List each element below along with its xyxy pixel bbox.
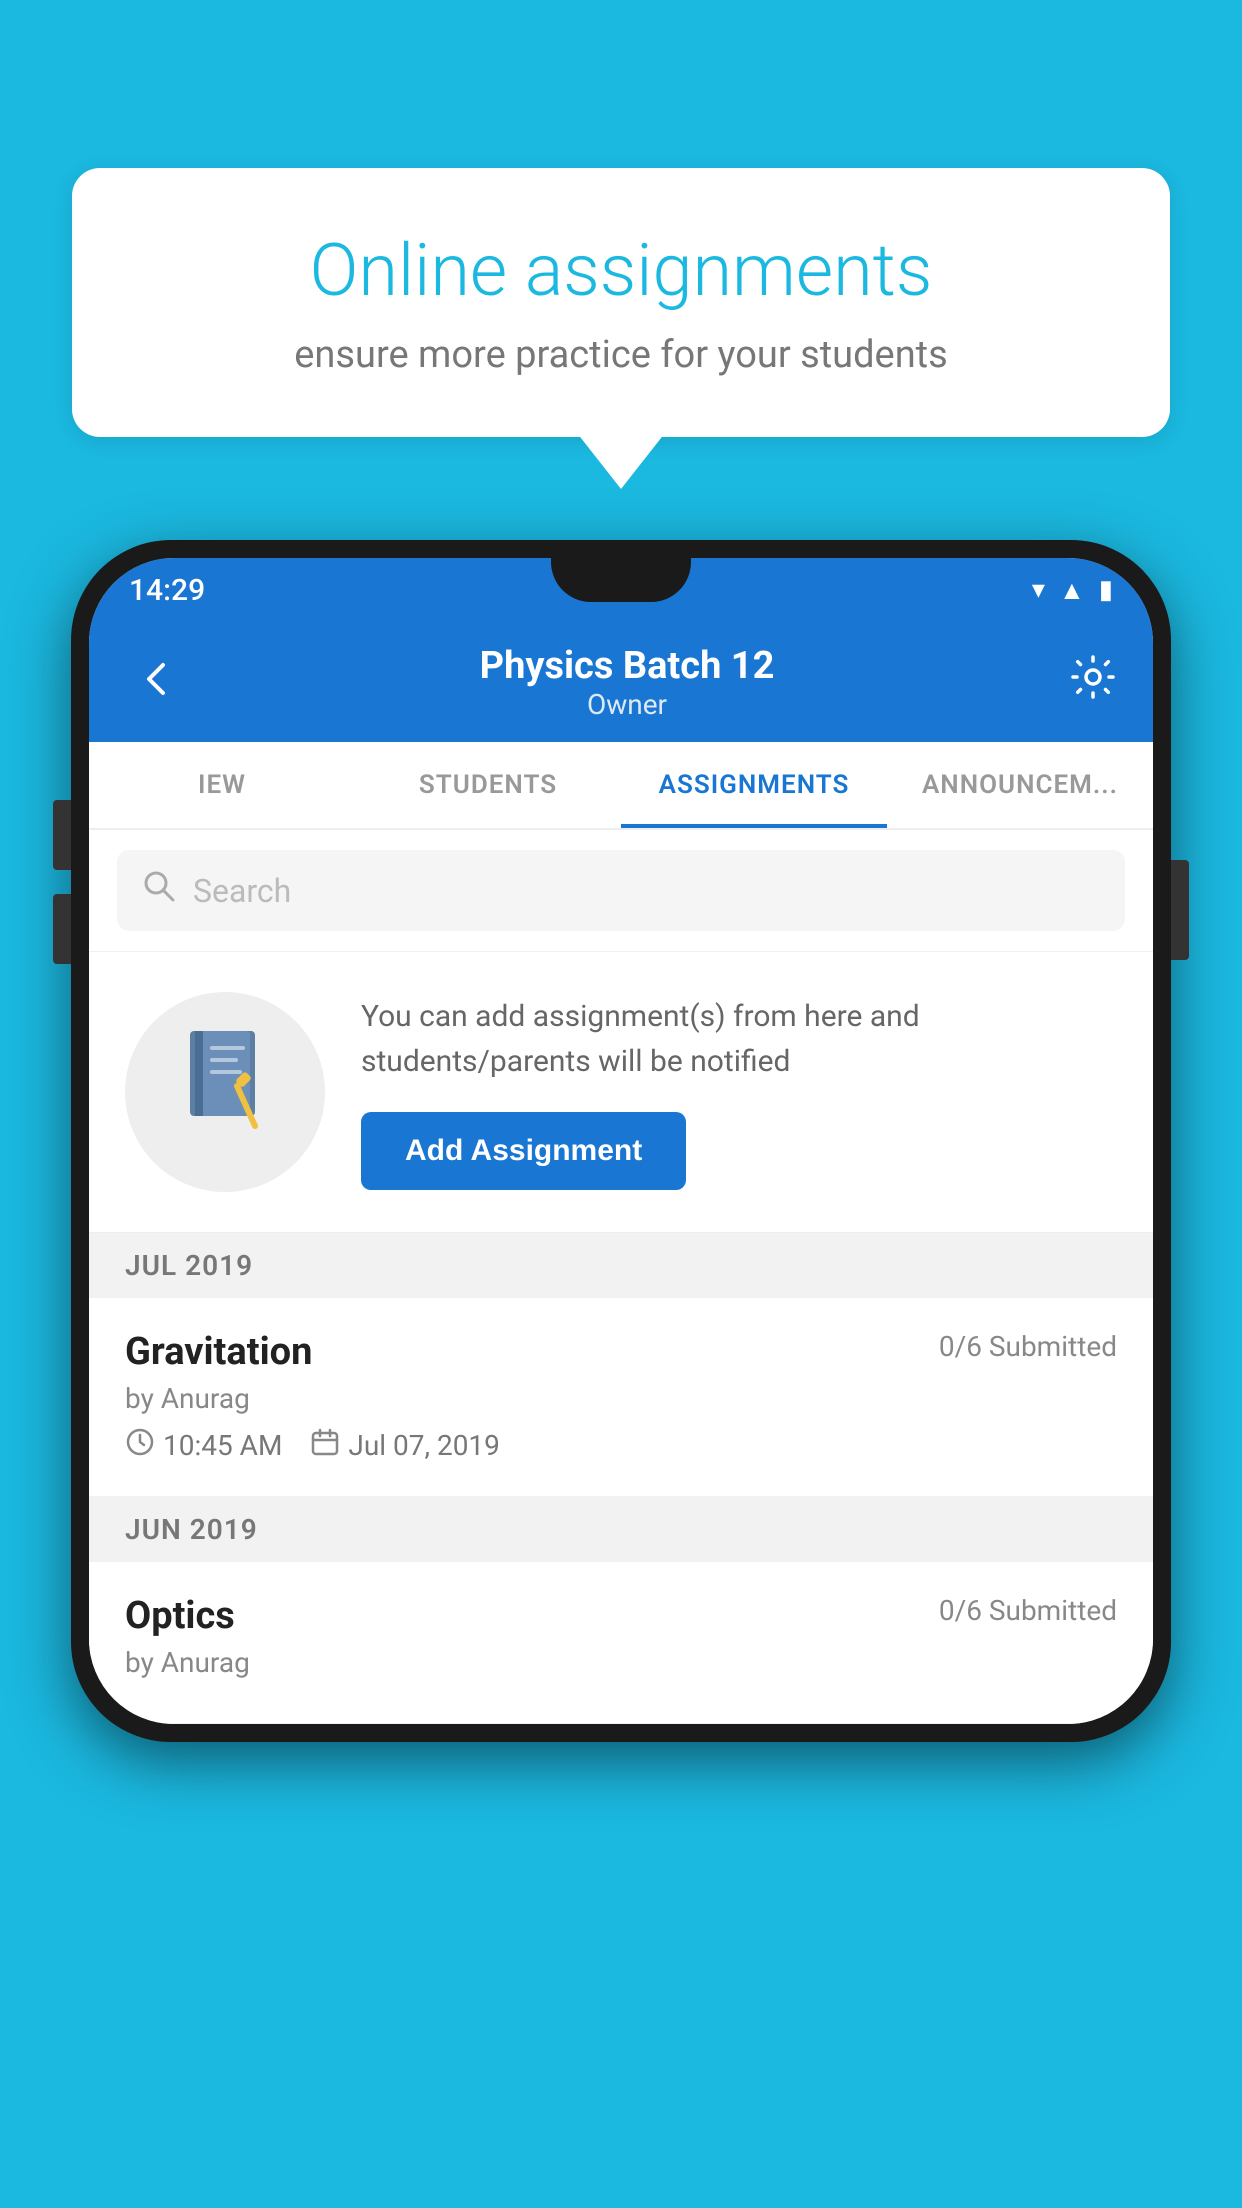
optics-name: Optics bbox=[125, 1594, 235, 1638]
notebook-icon bbox=[175, 1026, 275, 1158]
promo-text: You can add assignment(s) from here and … bbox=[361, 994, 1117, 1084]
optics-submitted: 0/6 Submitted bbox=[939, 1594, 1117, 1627]
assignment-time: 10:45 AM bbox=[163, 1429, 282, 1462]
signal-icon: ▲ bbox=[1059, 575, 1085, 606]
assignment-submitted: 0/6 Submitted bbox=[939, 1330, 1117, 1363]
bubble-title: Online assignments bbox=[144, 228, 1098, 313]
tab-announcements[interactable]: ANNOUNCEM... bbox=[887, 742, 1153, 828]
promo-icon-circle bbox=[125, 992, 325, 1192]
tab-overview[interactable]: IEW bbox=[89, 742, 355, 828]
status-time: 14:29 bbox=[129, 573, 205, 608]
notch bbox=[551, 558, 691, 602]
assignment-name: Gravitation bbox=[125, 1330, 312, 1374]
status-bar: 14:29 ▾ ▲ ▮ bbox=[89, 558, 1153, 622]
speech-bubble-container: Online assignments ensure more practice … bbox=[72, 168, 1170, 437]
tab-assignments[interactable]: ASSIGNMENTS bbox=[621, 742, 887, 828]
volume-buttons bbox=[53, 800, 71, 964]
tab-students[interactable]: STUDENTS bbox=[355, 742, 621, 828]
wifi-icon: ▾ bbox=[1032, 575, 1045, 605]
optics-by: by Anurag bbox=[125, 1646, 1117, 1679]
search-placeholder: Search bbox=[193, 872, 291, 910]
volume-up-button bbox=[53, 800, 71, 870]
assignment-meta: 10:45 AM Jul 07, 2019 bbox=[125, 1427, 1117, 1464]
power-button bbox=[1171, 860, 1189, 960]
app-bar-title: Physics Batch 12 bbox=[185, 644, 1069, 688]
search-container: Search bbox=[89, 830, 1153, 952]
meta-date: Jul 07, 2019 bbox=[310, 1427, 500, 1464]
volume-down-button bbox=[53, 894, 71, 964]
promo-content: You can add assignment(s) from here and … bbox=[361, 994, 1117, 1190]
back-button[interactable] bbox=[125, 644, 185, 721]
assignment-by: by Anurag bbox=[125, 1382, 1117, 1415]
phone-screen: 14:29 ▾ ▲ ▮ Physics Batch 12 Owner bbox=[89, 558, 1153, 1724]
add-assignment-button[interactable]: Add Assignment bbox=[361, 1112, 686, 1190]
month-header-jun-2019: JUN 2019 bbox=[89, 1497, 1153, 1562]
app-bar: Physics Batch 12 Owner bbox=[89, 622, 1153, 742]
assignment-row1: Gravitation 0/6 Submitted bbox=[125, 1330, 1117, 1374]
meta-time: 10:45 AM bbox=[125, 1427, 282, 1464]
calendar-icon bbox=[310, 1427, 340, 1464]
phone-outer: 14:29 ▾ ▲ ▮ Physics Batch 12 Owner bbox=[71, 540, 1171, 1742]
speech-bubble: Online assignments ensure more practice … bbox=[72, 168, 1170, 437]
app-bar-subtitle: Owner bbox=[185, 688, 1069, 721]
app-bar-title-group: Physics Batch 12 Owner bbox=[185, 644, 1069, 721]
clock-icon bbox=[125, 1427, 155, 1464]
settings-button[interactable] bbox=[1069, 653, 1117, 712]
tab-bar: IEW STUDENTS ASSIGNMENTS ANNOUNCEM... bbox=[89, 742, 1153, 830]
phone-device: 14:29 ▾ ▲ ▮ Physics Batch 12 Owner bbox=[71, 540, 1171, 1742]
status-icons: ▾ ▲ ▮ bbox=[1032, 575, 1113, 606]
assignment-item-gravitation[interactable]: Gravitation 0/6 Submitted by Anurag 10:4… bbox=[89, 1298, 1153, 1497]
assignment-item-optics[interactable]: Optics 0/6 Submitted by Anurag bbox=[89, 1562, 1153, 1724]
battery-icon: ▮ bbox=[1099, 575, 1113, 605]
month-header-jul-2019: JUL 2019 bbox=[89, 1233, 1153, 1298]
optics-row1: Optics 0/6 Submitted bbox=[125, 1594, 1117, 1638]
assignment-date: Jul 07, 2019 bbox=[348, 1429, 500, 1462]
search-input-wrapper[interactable]: Search bbox=[117, 850, 1125, 931]
bubble-subtitle: ensure more practice for your students bbox=[144, 333, 1098, 377]
search-icon bbox=[141, 868, 177, 913]
promo-section: You can add assignment(s) from here and … bbox=[89, 952, 1153, 1233]
